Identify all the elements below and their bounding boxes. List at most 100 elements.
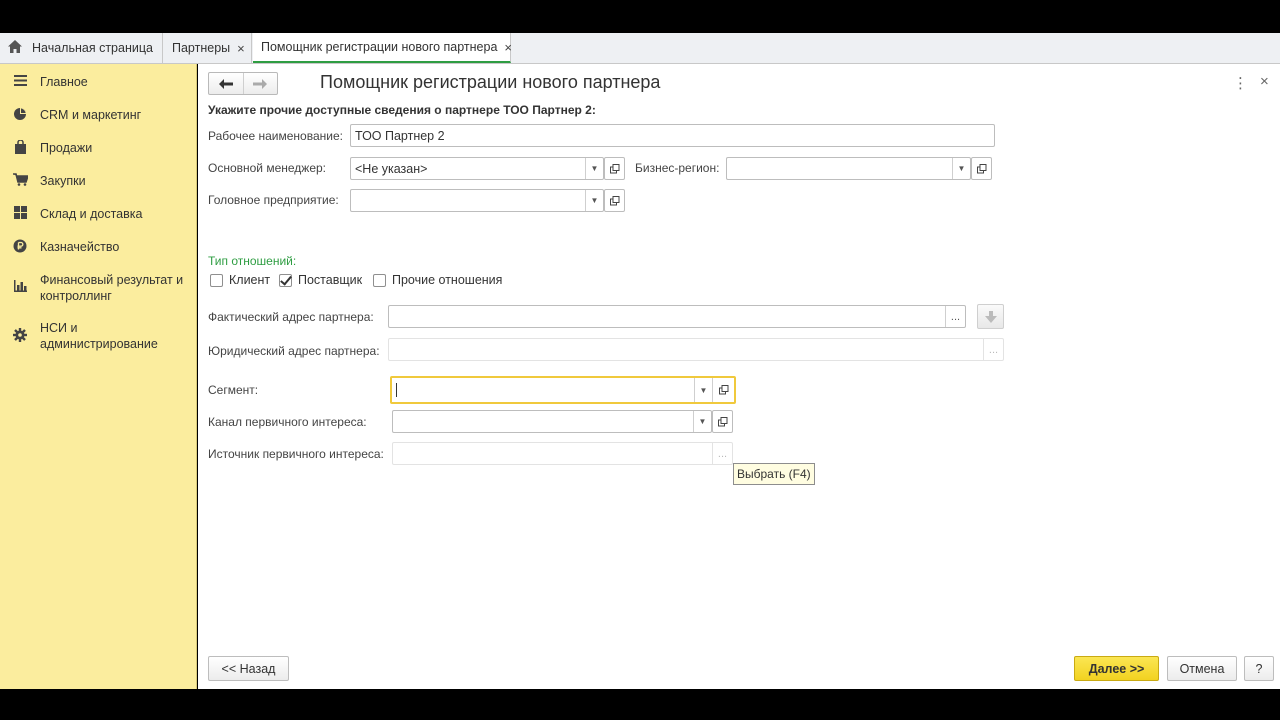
select-tooltip: Выбрать (F4) <box>733 463 815 485</box>
forward-arrow-button[interactable] <box>242 73 277 94</box>
form-subtitle: Укажите прочие доступные сведения о парт… <box>208 103 596 117</box>
sidebar-item-main[interactable]: Главное <box>0 74 197 90</box>
open-icon <box>976 163 986 173</box>
work-name-input[interactable]: ТОО Партнер 2 <box>350 124 995 147</box>
back-arrow-button[interactable] <box>209 73 243 94</box>
close-icon[interactable]: × <box>504 40 512 55</box>
other-relations-checkbox[interactable]: Прочие отношения <box>373 273 502 287</box>
channel-input[interactable]: ▼ <box>392 410 712 433</box>
close-form-icon[interactable]: × <box>1260 73 1269 90</box>
bottom-black-bar <box>0 689 1280 720</box>
top-black-bar <box>0 0 1280 33</box>
sidebar-item-label: Закупки <box>40 174 86 188</box>
tab-home[interactable]: Начальная страница <box>0 33 163 63</box>
channel-open-button[interactable] <box>712 410 733 433</box>
relations-section-label: Тип отношений: <box>208 254 297 268</box>
close-icon[interactable]: × <box>237 41 245 56</box>
segment-label: Сегмент: <box>208 383 259 397</box>
sidebar-item-sales[interactable]: Продажи <box>0 140 197 156</box>
arrow-left-icon <box>218 78 233 89</box>
supplier-checkbox-label: Поставщик <box>298 273 363 287</box>
dropdown-arrow-icon[interactable]: ▼ <box>693 411 711 432</box>
head-company-open-button[interactable] <box>604 189 625 212</box>
tab-partner-wizard[interactable]: Помощник регистрации нового партнера × <box>253 33 512 63</box>
channel-label: Канал первичного интереса: <box>208 415 367 429</box>
ellipsis-button[interactable]: ... <box>983 339 1003 360</box>
legal-address-label: Юридический адрес партнера: <box>208 344 380 358</box>
bar-chart-icon <box>0 272 40 292</box>
region-label: Бизнес-регион: <box>635 161 720 175</box>
pie-chart-icon <box>0 107 40 121</box>
work-name-label: Рабочее наименование: <box>208 129 343 143</box>
next-button[interactable]: Далее >> <box>1074 656 1159 681</box>
wizard-form: Помощник регистрации нового партнера ⋮ ×… <box>198 64 1280 689</box>
checkbox-box[interactable] <box>210 273 223 287</box>
sidebar-item-label: Продажи <box>40 141 93 155</box>
manager-label: Основной менеджер: <box>208 161 327 175</box>
legal-address-input[interactable]: ... <box>388 338 1004 361</box>
sidebar-item-admin[interactable]: НСИ и администрирование <box>0 320 197 352</box>
head-company-input[interactable]: ▼ <box>350 189 604 212</box>
source-label: Источник первичного интереса: <box>208 447 384 461</box>
open-icon <box>609 163 619 173</box>
sidebar-item-treasury[interactable]: Казначейство <box>0 239 197 255</box>
manager-input[interactable]: <Не указан> ▼ <box>350 157 604 180</box>
sidebar-item-label: Финансовый результат и контроллинг <box>40 273 184 303</box>
back-button[interactable]: << Назад <box>208 656 289 681</box>
dropdown-arrow-icon[interactable]: ▼ <box>694 378 712 402</box>
sidebar-item-label: Главное <box>40 75 88 89</box>
cart-icon <box>0 173 40 186</box>
manager-open-button[interactable] <box>604 157 625 180</box>
tab-partner-wizard-label: Помощник регистрации нового партнера <box>261 40 498 54</box>
region-open-button[interactable] <box>971 157 992 180</box>
ruble-coin-icon <box>0 239 40 253</box>
other-relations-checkbox-label: Прочие отношения <box>392 273 503 287</box>
head-company-label: Головное предприятие: <box>208 193 339 207</box>
shopping-bag-icon <box>0 140 40 154</box>
sidebar-item-finance[interactable]: Финансовый результат и контроллинг <box>0 272 197 304</box>
grid-icon <box>0 206 40 219</box>
ellipsis-button[interactable]: ... <box>945 306 965 327</box>
menu-lines-icon <box>0 74 40 87</box>
client-checkbox[interactable]: Клиент <box>210 273 270 287</box>
home-icon <box>8 40 22 56</box>
checkbox-box-checked[interactable] <box>279 273 292 287</box>
work-name-value: ТОО Партнер 2 <box>355 128 445 143</box>
ellipsis-button[interactable]: ... <box>712 443 732 464</box>
sidebar-item-label: НСИ и администрирование <box>40 321 158 351</box>
dropdown-arrow-icon[interactable]: ▼ <box>585 190 603 211</box>
sidebar-item-purchases[interactable]: Закупки <box>0 173 197 189</box>
sidebar-item-label: CRM и маркетинг <box>40 108 142 122</box>
tab-bar: Начальная страница Партнеры × Помощник р… <box>0 33 1280 64</box>
sidebar-item-label: Казначейство <box>40 240 120 254</box>
tab-partners-label: Партнеры <box>172 41 231 55</box>
sidebar-item-crm[interactable]: CRM и маркетинг <box>0 107 197 123</box>
dropdown-arrow-icon[interactable]: ▼ <box>952 158 970 179</box>
manager-value: <Не указан> <box>355 161 428 176</box>
gear-icon <box>0 320 40 342</box>
source-input[interactable]: ... <box>392 442 733 465</box>
open-icon[interactable] <box>712 378 734 402</box>
copy-address-down-button[interactable] <box>977 304 1004 329</box>
actual-address-input[interactable]: ... <box>388 305 966 328</box>
help-button[interactable]: ? <box>1244 656 1274 681</box>
dropdown-arrow-icon[interactable]: ▼ <box>585 158 603 179</box>
open-icon <box>717 416 727 426</box>
supplier-checkbox[interactable]: Поставщик <box>279 273 362 287</box>
arrow-down-icon <box>984 310 997 323</box>
tab-home-label: Начальная страница <box>32 41 153 55</box>
more-menu-icon[interactable]: ⋮ <box>1233 74 1248 92</box>
sidebar-item-warehouse[interactable]: Склад и доставка <box>0 206 197 222</box>
text-cursor <box>396 383 397 397</box>
tab-partners[interactable]: Партнеры × <box>164 33 252 63</box>
sidebar: Главное CRM и маркетинг Продажи Закупки … <box>0 64 197 689</box>
actual-address-label: Фактический адрес партнера: <box>208 310 374 324</box>
checkbox-box[interactable] <box>373 273 386 287</box>
region-input[interactable]: ▼ <box>726 157 971 180</box>
sidebar-item-label: Склад и доставка <box>40 207 143 221</box>
cancel-button[interactable]: Отмена <box>1167 656 1237 681</box>
arrow-right-icon <box>253 78 268 89</box>
open-icon <box>609 195 619 205</box>
segment-input[interactable]: ▼ <box>390 376 736 404</box>
page-title: Помощник регистрации нового партнера <box>320 72 661 92</box>
